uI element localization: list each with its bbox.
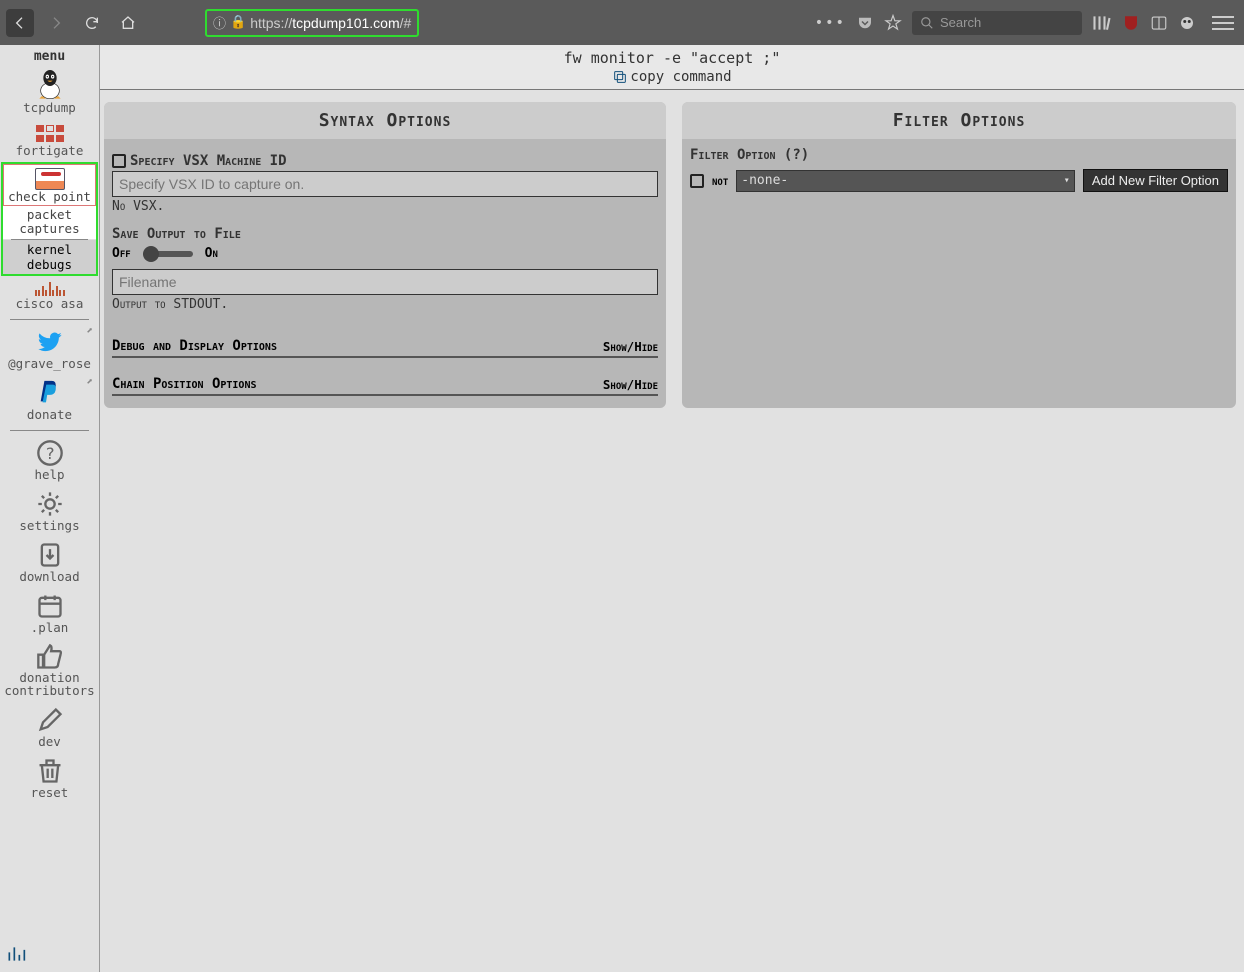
ublock-icon[interactable] (1122, 14, 1140, 32)
sidebar-sub-kernel-debugs[interactable]: kernel debugs (3, 240, 96, 274)
sidebar-item-dev[interactable]: dev (0, 702, 99, 753)
toggle-on-label: On (205, 246, 218, 261)
fortigate-icon (36, 125, 64, 143)
sidebar-item-cisco[interactable]: cisco asa (0, 276, 99, 315)
sidebar-item-contributors[interactable]: donationcontributors (0, 639, 99, 703)
sidebar-sub-packet-captures[interactable]: packetcaptures (3, 206, 96, 239)
twitter-icon (36, 328, 64, 356)
filter-not-label: not (712, 173, 728, 188)
svg-text:?: ? (45, 443, 55, 462)
command-banner: fw monitor -e "accept ;" copy command (100, 45, 1244, 90)
browser-toolbar: ⓘ 🔒 https://tcpdump101.com/# ••• Search (0, 0, 1244, 45)
sidebar-item-fortigate[interactable]: fortigate (0, 119, 99, 162)
trash-icon (36, 757, 64, 785)
filter-select[interactable]: -none- ▾ (736, 170, 1075, 192)
calendar-icon (36, 592, 64, 620)
url-bar[interactable]: ⓘ 🔒 https://tcpdump101.com/# (205, 9, 419, 37)
gear-icon (36, 490, 64, 518)
copy-icon (612, 69, 628, 85)
sidebar-item-download[interactable]: download (0, 537, 99, 588)
sidebar-item-tcpdump[interactable]: tcpdump (0, 64, 99, 119)
forward-button[interactable] (42, 9, 70, 37)
menu-button[interactable] (1212, 12, 1234, 34)
filter-panel-title: Filter Options (682, 102, 1236, 139)
back-button[interactable] (6, 9, 34, 37)
sidebar-item-settings[interactable]: settings (0, 486, 99, 537)
filter-not-checkbox[interactable] (690, 174, 704, 188)
home-button[interactable] (114, 9, 142, 37)
help-icon: ? (36, 439, 64, 467)
main-content: fw monitor -e "accept ;" copy command Sy… (100, 45, 1244, 972)
debug-display-toggle[interactable]: Debug and Display Options Show/Hide (112, 320, 658, 358)
sidebar-title: menu (0, 49, 99, 64)
sidebar-item-reset[interactable]: reset (0, 753, 99, 804)
vsx-id-input[interactable] (112, 171, 658, 197)
vsx-checkbox[interactable] (112, 154, 126, 168)
reload-button[interactable] (78, 9, 106, 37)
sidebar-item-twitter[interactable]: ⬈ @grave_rose (0, 324, 99, 375)
external-link-icon: ⬈ (86, 375, 93, 388)
copy-command-link[interactable]: copy command (100, 67, 1244, 89)
sidebar-item-plan[interactable]: .plan (0, 588, 99, 639)
checkpoint-icon (35, 168, 65, 190)
filter-option-label: Filter Option (?) (682, 139, 1236, 163)
filter-options-panel: Filter Options Filter Option (?) not -no… (682, 102, 1236, 408)
toggle-off-label: Off (112, 246, 131, 261)
command-output: fw monitor -e "accept ;" (100, 49, 1244, 67)
cisco-icon (0, 282, 99, 296)
sidebar-toggle-icon[interactable] (1150, 14, 1168, 32)
search-box[interactable]: Search (912, 11, 1082, 35)
chain-position-toggle[interactable]: Chain Position Options Show/Hide (112, 358, 658, 396)
lock-icon: 🔒 (230, 15, 246, 30)
sidebar: menu tcpdump fortigate check point packe… (0, 45, 100, 972)
syntax-panel-title: Syntax Options (104, 102, 666, 139)
save-output-label: Save Output to File (112, 222, 658, 244)
pencil-icon (36, 706, 64, 734)
pocket-icon[interactable] (856, 14, 874, 32)
external-link-icon: ⬈ (86, 324, 93, 337)
extension-icon[interactable] (1178, 14, 1196, 32)
search-placeholder: Search (940, 15, 981, 30)
tux-icon (34, 68, 66, 100)
thumbs-up-icon (36, 643, 64, 671)
vsx-hint: No VSX. (112, 197, 658, 222)
download-icon (36, 541, 64, 569)
syntax-options-panel: Syntax Options Specify VSX Machine ID No… (104, 102, 666, 408)
library-icon[interactable] (1092, 14, 1112, 32)
sidebar-item-checkpoint-group: check point packetcaptures kernel debugs (1, 162, 98, 276)
filename-input[interactable] (112, 269, 658, 295)
sidebar-item-checkpoint[interactable]: check point (3, 164, 96, 206)
sidebar-item-donate[interactable]: ⬈ donate (0, 375, 99, 426)
info-icon: ⓘ (213, 13, 226, 32)
save-output-toggle[interactable] (143, 251, 193, 257)
sidebar-item-help[interactable]: ? help (0, 435, 99, 486)
url-text: https://tcpdump101.com/# (250, 15, 411, 31)
vsx-label-row: Specify VSX Machine ID (112, 149, 658, 171)
bookmark-star-icon[interactable] (884, 14, 902, 32)
filename-hint: Output to STDOUT. (112, 295, 658, 320)
paypal-icon (36, 379, 64, 407)
add-filter-button[interactable]: Add New Filter Option (1083, 169, 1228, 192)
stats-icon[interactable] (6, 944, 26, 968)
chevron-down-icon: ▾ (1064, 175, 1070, 186)
page-actions-icon[interactable]: ••• (815, 15, 846, 31)
